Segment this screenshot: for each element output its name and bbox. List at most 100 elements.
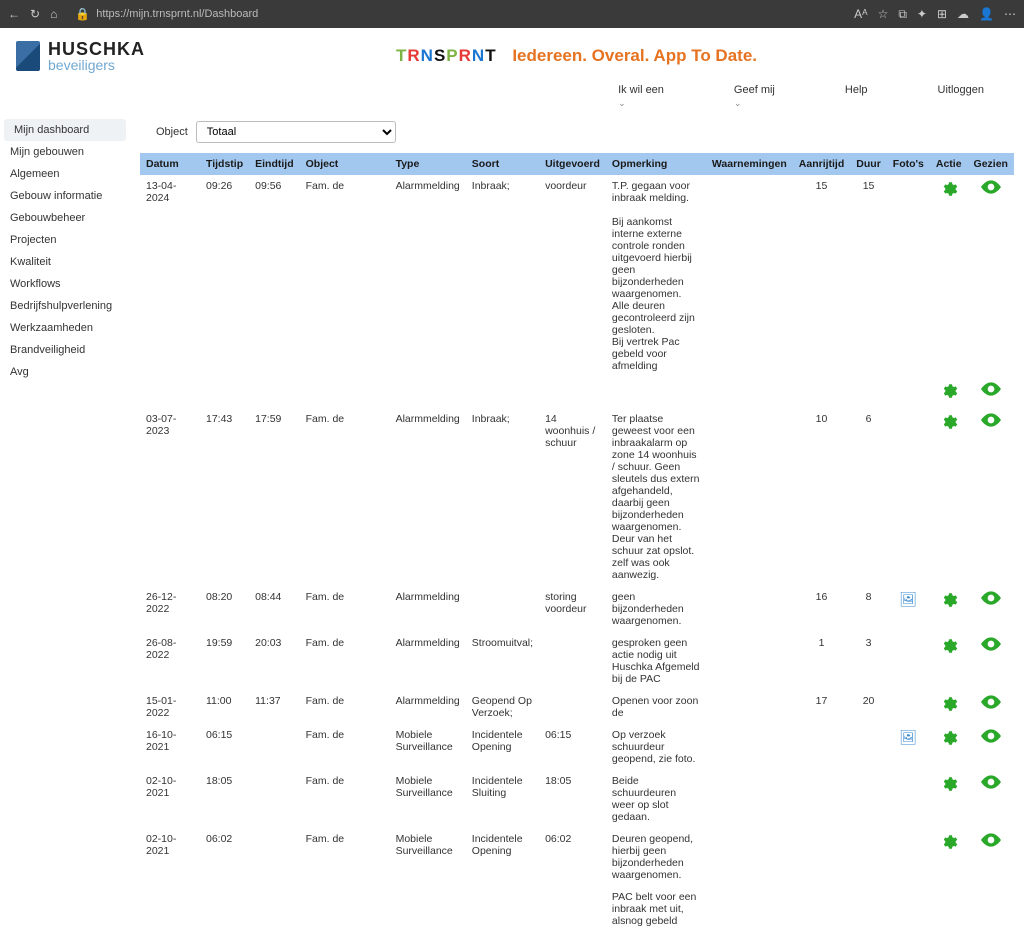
eye-icon[interactable] bbox=[981, 185, 1001, 197]
sidebar-item[interactable]: Algemeen bbox=[0, 163, 130, 185]
url-bar[interactable]: 🔒 https://mijn.trnsprnt.nl/Dashboard bbox=[67, 5, 844, 23]
col-waarnemingen[interactable]: Waarnemingen bbox=[706, 153, 793, 175]
table-row: PAC belt voor een inbraak met uit, alsno… bbox=[140, 886, 1014, 932]
browser-right-icons: Aᴬ ☆ ⧉ ✦ ⊞ ☁ 👤 ⋯ bbox=[854, 7, 1016, 22]
gear-icon[interactable] bbox=[940, 391, 958, 403]
favorite-icon[interactable]: ☆ bbox=[878, 7, 889, 21]
chevron-down-icon: ⌄ bbox=[618, 98, 664, 109]
eye-icon[interactable] bbox=[981, 780, 1001, 792]
col-datum[interactable]: Datum bbox=[140, 153, 200, 175]
text-size-icon[interactable]: Aᴬ bbox=[854, 7, 867, 21]
cell-datum: 16-10-2021 bbox=[140, 724, 200, 770]
col-object[interactable]: Object bbox=[300, 153, 390, 175]
cell-soort: Incidentele Opening bbox=[466, 828, 539, 886]
cell-type: Alarmmelding bbox=[390, 632, 466, 690]
col-actie[interactable]: Actie bbox=[930, 153, 968, 175]
sidebar-item[interactable]: Avg bbox=[0, 361, 130, 383]
col-gezien[interactable]: Gezien bbox=[968, 153, 1014, 175]
eye-icon[interactable] bbox=[981, 642, 1001, 654]
col-duur[interactable]: Duur bbox=[850, 153, 887, 175]
col-eindtijd[interactable]: Eindtijd bbox=[249, 153, 300, 175]
eye-icon[interactable] bbox=[981, 418, 1001, 430]
cell-gezien bbox=[968, 586, 1014, 632]
back-icon[interactable]: ← bbox=[8, 7, 20, 21]
nav-ikwileen[interactable]: Ik wil een⌄ bbox=[618, 84, 664, 109]
collections-icon[interactable]: ⧉ bbox=[898, 7, 907, 22]
eye-icon[interactable] bbox=[981, 596, 1001, 608]
gear-icon[interactable] bbox=[940, 704, 958, 716]
table-row: 02-10-202118:05Fam. deMobiele Surveillan… bbox=[140, 770, 1014, 828]
sidebar-item[interactable]: Gebouw informatie bbox=[0, 185, 130, 207]
sidebar-item[interactable]: Kwaliteit bbox=[0, 251, 130, 273]
nav-uitloggen[interactable]: Uitloggen bbox=[938, 84, 984, 109]
cell-eindtijd bbox=[249, 770, 300, 828]
sidebar-item[interactable]: Bedrijfshulpverlening bbox=[0, 295, 130, 317]
cell-datum: 15-01-2022 bbox=[140, 690, 200, 724]
nav-help[interactable]: Help bbox=[845, 84, 868, 109]
col-fotos[interactable]: Foto's bbox=[887, 153, 930, 175]
cell-actie bbox=[930, 632, 968, 690]
cloud-icon[interactable]: ☁ bbox=[957, 7, 969, 21]
table-row: 16-10-202106:15Fam. deMobiele Surveillan… bbox=[140, 724, 1014, 770]
apps-icon[interactable]: ⊞ bbox=[937, 7, 947, 21]
nav-geefmij[interactable]: Geef mij⌄ bbox=[734, 84, 775, 109]
col-opmerking[interactable]: Opmerking bbox=[606, 153, 706, 175]
cell-soort: Stroomuitval; bbox=[466, 632, 539, 690]
cell-object: Fam. de bbox=[300, 724, 390, 770]
cell-waarnemingen bbox=[706, 632, 793, 690]
cell-aanrijtijd bbox=[793, 724, 851, 770]
gear-icon[interactable] bbox=[940, 842, 958, 854]
sidebar-item[interactable]: Workflows bbox=[0, 273, 130, 295]
eye-icon[interactable] bbox=[981, 838, 1001, 850]
eye-icon[interactable] bbox=[981, 734, 1001, 746]
filter-label: Object bbox=[156, 126, 188, 138]
sidebar-item[interactable]: Werkzaamheden bbox=[0, 317, 130, 339]
col-tijdstip[interactable]: Tijdstip bbox=[200, 153, 249, 175]
sidebar-item[interactable]: Projecten bbox=[0, 229, 130, 251]
cell-waarnemingen bbox=[706, 175, 793, 377]
content: Object Totaal Datum Tijdstip Eindtijd Ob… bbox=[130, 115, 1024, 932]
cell-tijdstip: 06:15 bbox=[200, 724, 249, 770]
cell-aanrijtijd: 15 bbox=[793, 175, 851, 377]
gear-icon[interactable] bbox=[940, 738, 958, 750]
col-soort[interactable]: Soort bbox=[466, 153, 539, 175]
gear-icon[interactable] bbox=[940, 189, 958, 201]
sidebar-item[interactable]: Gebouwbeheer bbox=[0, 207, 130, 229]
eye-icon[interactable] bbox=[981, 387, 1001, 399]
sidebar-item[interactable]: Mijn dashboard bbox=[4, 119, 126, 141]
gear-icon[interactable] bbox=[940, 784, 958, 796]
sidebar-item[interactable]: Mijn gebouwen bbox=[0, 141, 130, 163]
object-select[interactable]: Totaal bbox=[196, 121, 396, 143]
cell-uitgevoerd: storing voordeur bbox=[539, 586, 606, 632]
gear-icon[interactable] bbox=[940, 600, 958, 612]
table-row: 02-10-202106:02Fam. deMobiele Surveillan… bbox=[140, 828, 1014, 886]
photo-icon[interactable]: 🖼 bbox=[899, 591, 917, 607]
sidebar-item[interactable]: Brandveiligheid bbox=[0, 339, 130, 361]
refresh-icon[interactable]: ↻ bbox=[30, 7, 40, 21]
profile-icon[interactable]: 👤 bbox=[979, 7, 994, 21]
extensions-icon[interactable]: ✦ bbox=[917, 7, 927, 21]
col-type[interactable]: Type bbox=[390, 153, 466, 175]
cell-opmerking: Deuren geopend, hierbij geen bijzonderhe… bbox=[606, 828, 706, 886]
cell-eindtijd: 09:56 bbox=[249, 175, 300, 377]
gear-icon[interactable] bbox=[940, 646, 958, 658]
url-text: https://mijn.trnsprnt.nl/Dashboard bbox=[96, 8, 258, 20]
brand-name: TRNSPRNT bbox=[396, 46, 502, 65]
cell-foto bbox=[887, 408, 930, 586]
photo-icon[interactable]: 🖼 bbox=[899, 729, 917, 745]
col-aanrijtijd[interactable]: Aanrijtijd bbox=[793, 153, 851, 175]
more-icon[interactable]: ⋯ bbox=[1004, 7, 1016, 21]
cell-eindtijd: 17:59 bbox=[249, 408, 300, 586]
eye-icon[interactable] bbox=[981, 700, 1001, 712]
cell-waarnemingen bbox=[706, 724, 793, 770]
cell-uitgevoerd bbox=[539, 690, 606, 724]
cell-gezien bbox=[968, 724, 1014, 770]
cell-soort: Inbraak; bbox=[466, 175, 539, 377]
cell-waarnemingen bbox=[706, 586, 793, 632]
col-uitgevoerd[interactable]: Uitgevoerd bbox=[539, 153, 606, 175]
cell-aanrijtijd: 1 bbox=[793, 632, 851, 690]
cell-actie bbox=[930, 690, 968, 724]
home-icon[interactable]: ⌂ bbox=[50, 7, 57, 21]
gear-icon[interactable] bbox=[940, 422, 958, 434]
chevron-down-icon: ⌄ bbox=[734, 98, 775, 109]
